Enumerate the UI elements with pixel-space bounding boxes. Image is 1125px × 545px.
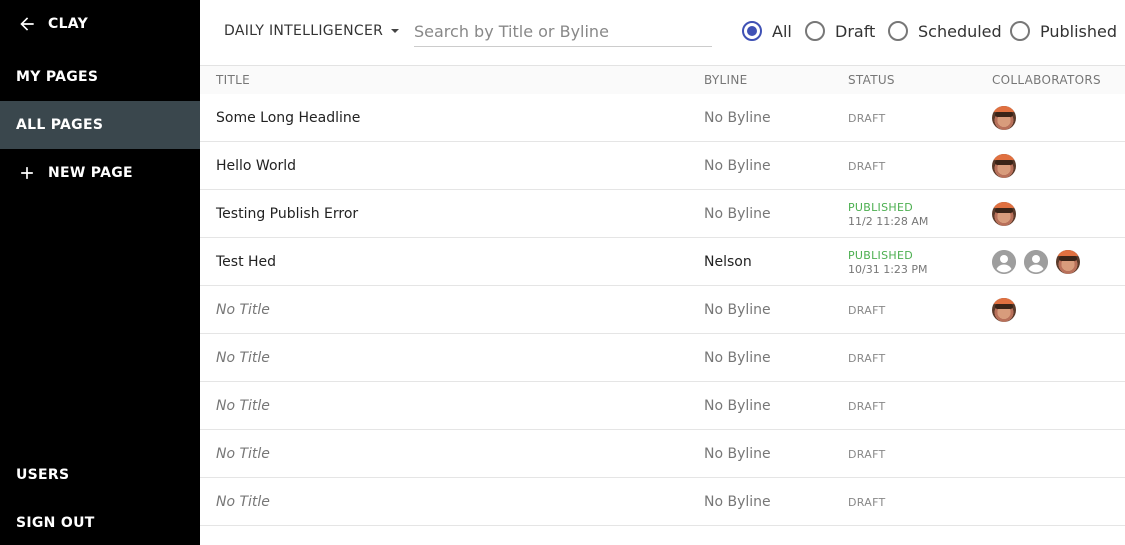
row-status: DRAFT	[848, 382, 886, 430]
row-byline: No Byline	[704, 398, 771, 414]
row-title[interactable]: Test Hed	[216, 238, 276, 286]
row-status: DRAFT	[848, 142, 886, 190]
table-row[interactable]: No Title No Byline DRAFT	[200, 478, 1125, 526]
sidebar-item-my-pages[interactable]: MY PAGES	[0, 53, 200, 101]
status-badge: DRAFT	[848, 351, 886, 365]
table-row[interactable]: No Title No Byline DRAFT	[200, 430, 1125, 478]
row-byline: No Byline	[704, 158, 771, 174]
status-badge: DRAFT	[848, 447, 886, 461]
sidebar-item-users[interactable]: USERS	[0, 451, 200, 499]
table-row[interactable]: Hello World No Byline DRAFT	[200, 142, 1125, 190]
sidebar-item-sign-out[interactable]: SIGN OUT	[0, 499, 200, 545]
status-badge: DRAFT	[848, 399, 886, 413]
column-header-title[interactable]: TITLE	[216, 73, 250, 87]
avatar	[1056, 250, 1080, 274]
row-status: DRAFT	[848, 430, 886, 478]
radio-unchecked-icon	[888, 21, 908, 41]
row-collaborators	[992, 238, 1088, 286]
column-header-status[interactable]: STATUS	[848, 73, 895, 87]
avatar	[992, 298, 1016, 322]
row-collaborators	[992, 94, 1024, 142]
table-row[interactable]: Testing Publish Error No Byline PUBLISHED 1…	[200, 190, 1125, 238]
toolbar: DAILY INTELLIGENCER All Draft Scheduled …	[200, 0, 1125, 66]
pages-table: TITLE BYLINE STATUS COLLABORATORS Some L…	[200, 66, 1125, 526]
row-title[interactable]: No Title	[216, 334, 270, 382]
table-row[interactable]: No Title No Byline DRAFT	[200, 286, 1125, 334]
filter-label: Published	[1040, 21, 1118, 41]
table-row[interactable]: No Title No Byline DRAFT	[200, 382, 1125, 430]
row-status: PUBLISHED 11/2 11:28 AM	[848, 190, 928, 238]
table-header: TITLE BYLINE STATUS COLLABORATORS	[200, 66, 1125, 94]
row-title[interactable]: No Title	[216, 286, 270, 334]
filter-all-radio[interactable]: All	[742, 20, 792, 42]
radio-unchecked-icon	[1010, 21, 1030, 41]
row-collaborators	[992, 286, 1024, 334]
filter-published-radio[interactable]: Published	[1010, 20, 1117, 42]
filter-draft-radio[interactable]: Draft	[805, 20, 875, 42]
sidebar-item-label: ALL PAGES	[16, 117, 104, 133]
filter-scheduled-radio[interactable]: Scheduled	[888, 20, 1002, 42]
row-title[interactable]: Some Long Headline	[216, 94, 360, 142]
row-title[interactable]: Hello World	[216, 142, 296, 190]
row-title[interactable]: No Title	[216, 430, 270, 478]
status-badge: PUBLISHED	[848, 200, 913, 214]
sidebar-item-label: NEW PAGE	[48, 165, 133, 181]
radio-unchecked-icon	[805, 21, 825, 41]
filter-label: Scheduled	[918, 21, 1002, 41]
user-avatar-icon	[1024, 250, 1048, 274]
app-name: CLAY	[48, 16, 89, 32]
row-byline: Nelson	[704, 254, 752, 270]
row-byline: No Byline	[704, 494, 771, 510]
status-badge: PUBLISHED	[848, 248, 913, 262]
table-row[interactable]: No Title No Byline DRAFT	[200, 334, 1125, 382]
row-status: DRAFT	[848, 94, 886, 142]
row-byline: No Byline	[704, 302, 771, 318]
row-title[interactable]: Testing Publish Error	[216, 190, 358, 238]
status-badge: DRAFT	[848, 159, 886, 173]
table-row[interactable]: Some Long Headline No Byline DRAFT	[200, 94, 1125, 142]
filter-label: All	[772, 21, 792, 41]
table-row[interactable]: Test Hed Nelson PUBLISHED 10/31 1:23 PM	[200, 238, 1125, 286]
sidebar-item-label: MY PAGES	[16, 69, 99, 85]
radio-checked-icon	[742, 21, 762, 41]
row-status: DRAFT	[848, 478, 886, 526]
avatar	[992, 202, 1016, 226]
row-title[interactable]: No Title	[216, 478, 270, 526]
status-badge: DRAFT	[848, 111, 886, 125]
row-title[interactable]: No Title	[216, 382, 270, 430]
filter-label: Draft	[835, 21, 876, 41]
row-collaborators	[992, 190, 1024, 238]
arrow-left-icon	[16, 13, 38, 35]
row-byline: No Byline	[704, 206, 771, 222]
column-header-byline[interactable]: BYLINE	[704, 73, 748, 87]
sidebar-item-label: SIGN OUT	[16, 515, 95, 531]
status-filter-group: All Draft Scheduled Published	[200, 20, 1125, 42]
table-body: Some Long Headline No Byline DRAFT Hello Wo…	[200, 94, 1125, 526]
sidebar: CLAY MY PAGES ALL PAGES NEW PAGE USERS S…	[0, 0, 200, 545]
user-avatar-icon	[992, 250, 1016, 274]
row-byline: No Byline	[704, 350, 771, 366]
sidebar-item-new-page[interactable]: NEW PAGE	[0, 149, 200, 197]
status-time: 11/2 11:28 AM	[848, 214, 929, 228]
avatar	[992, 106, 1016, 130]
plus-icon	[16, 162, 38, 184]
row-status: DRAFT	[848, 286, 886, 334]
row-byline: No Byline	[704, 110, 771, 126]
avatar	[992, 154, 1016, 178]
row-status: PUBLISHED 10/31 1:23 PM	[848, 238, 928, 286]
sidebar-item-label: USERS	[16, 467, 70, 483]
row-byline: No Byline	[704, 446, 771, 462]
sidebar-item-all-pages[interactable]: ALL PAGES	[0, 101, 200, 149]
column-header-collaborators: COLLABORATORS	[992, 73, 1101, 87]
status-badge: DRAFT	[848, 495, 886, 509]
row-collaborators	[992, 142, 1024, 190]
status-badge: DRAFT	[848, 303, 886, 317]
row-status: DRAFT	[848, 334, 886, 382]
status-time: 10/31 1:23 PM	[848, 262, 928, 276]
back-to-clay-button[interactable]: CLAY	[0, 0, 200, 48]
